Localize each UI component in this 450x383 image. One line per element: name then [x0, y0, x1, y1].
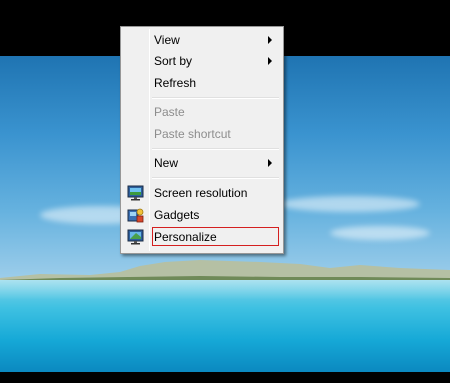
submenu-arrow-icon [268, 36, 272, 44]
menu-item-label: View [154, 33, 180, 47]
monitor-icon [127, 185, 144, 201]
menu-item-gadgets[interactable]: Gadgets [123, 205, 281, 226]
menu-item-view[interactable]: View [123, 30, 281, 51]
wallpaper-cloud [330, 226, 430, 240]
gadgets-icon [127, 208, 144, 223]
menu-item-new[interactable]: New [123, 153, 281, 174]
menu-separator [152, 97, 279, 99]
submenu-arrow-icon [268, 159, 272, 167]
menu-item-label: Paste shortcut [154, 127, 231, 141]
wallpaper-lake-reflection [0, 280, 450, 300]
menu-item-label: Paste [154, 105, 185, 119]
menu-item-refresh[interactable]: Refresh [123, 73, 281, 94]
desktop[interactable]: View Sort by Refresh Paste Paste shortcu… [0, 0, 450, 383]
menu-item-label: Personalize [154, 230, 217, 244]
menu-item-label: Refresh [154, 76, 197, 90]
menu-item-paste[interactable]: Paste [123, 102, 281, 123]
personalize-icon [127, 229, 144, 245]
menu-item-label: Gadgets [154, 208, 200, 222]
menu-item-label: Sort by [154, 54, 193, 68]
submenu-arrow-icon [268, 57, 272, 65]
menu-item-paste-shortcut[interactable]: Paste shortcut [123, 124, 281, 145]
menu-item-screen-resolution[interactable]: Screen resolution [123, 183, 281, 204]
menu-item-label: New [154, 156, 179, 170]
menu-item-personalize[interactable]: Personalize [123, 227, 281, 248]
desktop-context-menu: View Sort by Refresh Paste Paste shortcu… [120, 26, 284, 254]
menu-separator [152, 177, 279, 179]
wallpaper-cloud [280, 196, 420, 212]
menu-item-sort-by[interactable]: Sort by [123, 51, 281, 72]
menu-item-label: Screen resolution [154, 186, 248, 200]
menu-separator [152, 148, 279, 150]
